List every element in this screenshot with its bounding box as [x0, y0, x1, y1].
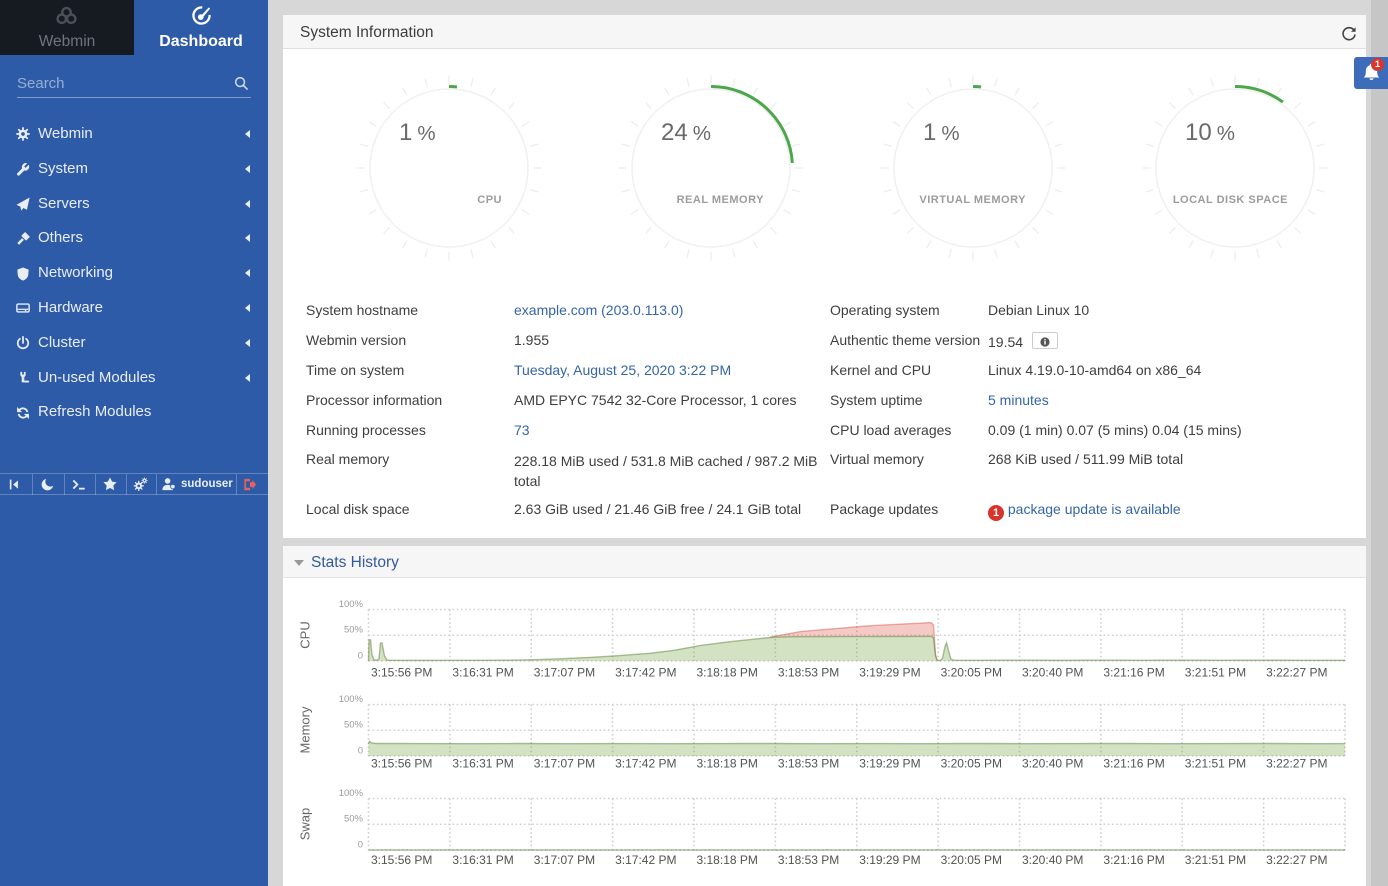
svg-text:3:17:42 PM: 3:17:42 PM [615, 666, 676, 680]
svg-text:3:21:51 PM: 3:21:51 PM [1185, 757, 1246, 771]
svg-text:3:20:40 PM: 3:20:40 PM [1022, 757, 1083, 771]
svg-text:Memory: Memory [297, 706, 312, 753]
svg-text:3:15:56 PM: 3:15:56 PM [371, 757, 432, 771]
svg-text:3:17:07 PM: 3:17:07 PM [534, 666, 595, 680]
svg-text:3:21:51 PM: 3:21:51 PM [1185, 666, 1246, 680]
svg-text:3:17:42 PM: 3:17:42 PM [615, 853, 676, 867]
svg-text:50%: 50% [344, 625, 364, 636]
svg-text:3:18:53 PM: 3:18:53 PM [778, 666, 839, 680]
svg-text:Swap: Swap [297, 808, 312, 841]
svg-text:100%: 100% [339, 788, 364, 799]
svg-text:3:16:31 PM: 3:16:31 PM [452, 757, 513, 771]
svg-text:3:20:40 PM: 3:20:40 PM [1022, 853, 1083, 867]
svg-text:3:22:27 PM: 3:22:27 PM [1266, 757, 1327, 771]
svg-text:0: 0 [358, 839, 363, 850]
svg-text:3:18:18 PM: 3:18:18 PM [697, 666, 758, 680]
svg-text:0: 0 [358, 650, 363, 661]
svg-text:3:18:53 PM: 3:18:53 PM [778, 853, 839, 867]
svg-text:3:21:16 PM: 3:21:16 PM [1103, 853, 1164, 867]
svg-text:100%: 100% [339, 599, 364, 610]
svg-text:3:17:42 PM: 3:17:42 PM [615, 757, 676, 771]
svg-text:3:21:16 PM: 3:21:16 PM [1103, 666, 1164, 680]
svg-text:3:18:53 PM: 3:18:53 PM [778, 757, 839, 771]
svg-text:3:20:05 PM: 3:20:05 PM [941, 853, 1002, 867]
svg-text:3:15:56 PM: 3:15:56 PM [371, 666, 432, 680]
svg-text:3:20:40 PM: 3:20:40 PM [1022, 666, 1083, 680]
svg-text:3:17:07 PM: 3:17:07 PM [534, 757, 595, 771]
svg-text:CPU: CPU [297, 621, 312, 648]
svg-text:3:19:29 PM: 3:19:29 PM [859, 757, 920, 771]
svg-text:3:21:16 PM: 3:21:16 PM [1103, 757, 1164, 771]
svg-text:3:16:31 PM: 3:16:31 PM [452, 666, 513, 680]
svg-text:3:15:56 PM: 3:15:56 PM [371, 853, 432, 867]
svg-text:100%: 100% [339, 694, 364, 705]
svg-text:3:22:27 PM: 3:22:27 PM [1266, 853, 1327, 867]
svg-text:50%: 50% [344, 720, 364, 731]
svg-text:3:18:18 PM: 3:18:18 PM [697, 853, 758, 867]
svg-text:3:20:05 PM: 3:20:05 PM [941, 757, 1002, 771]
svg-text:3:21:51 PM: 3:21:51 PM [1185, 853, 1246, 867]
svg-text:3:16:31 PM: 3:16:31 PM [452, 853, 513, 867]
svg-text:3:18:18 PM: 3:18:18 PM [697, 757, 758, 771]
svg-text:3:17:07 PM: 3:17:07 PM [534, 853, 595, 867]
svg-text:50%: 50% [344, 814, 364, 825]
svg-text:0: 0 [358, 745, 363, 756]
svg-text:3:22:27 PM: 3:22:27 PM [1266, 666, 1327, 680]
svg-text:3:19:29 PM: 3:19:29 PM [859, 666, 920, 680]
svg-text:3:20:05 PM: 3:20:05 PM [941, 666, 1002, 680]
svg-text:3:19:29 PM: 3:19:29 PM [859, 853, 920, 867]
